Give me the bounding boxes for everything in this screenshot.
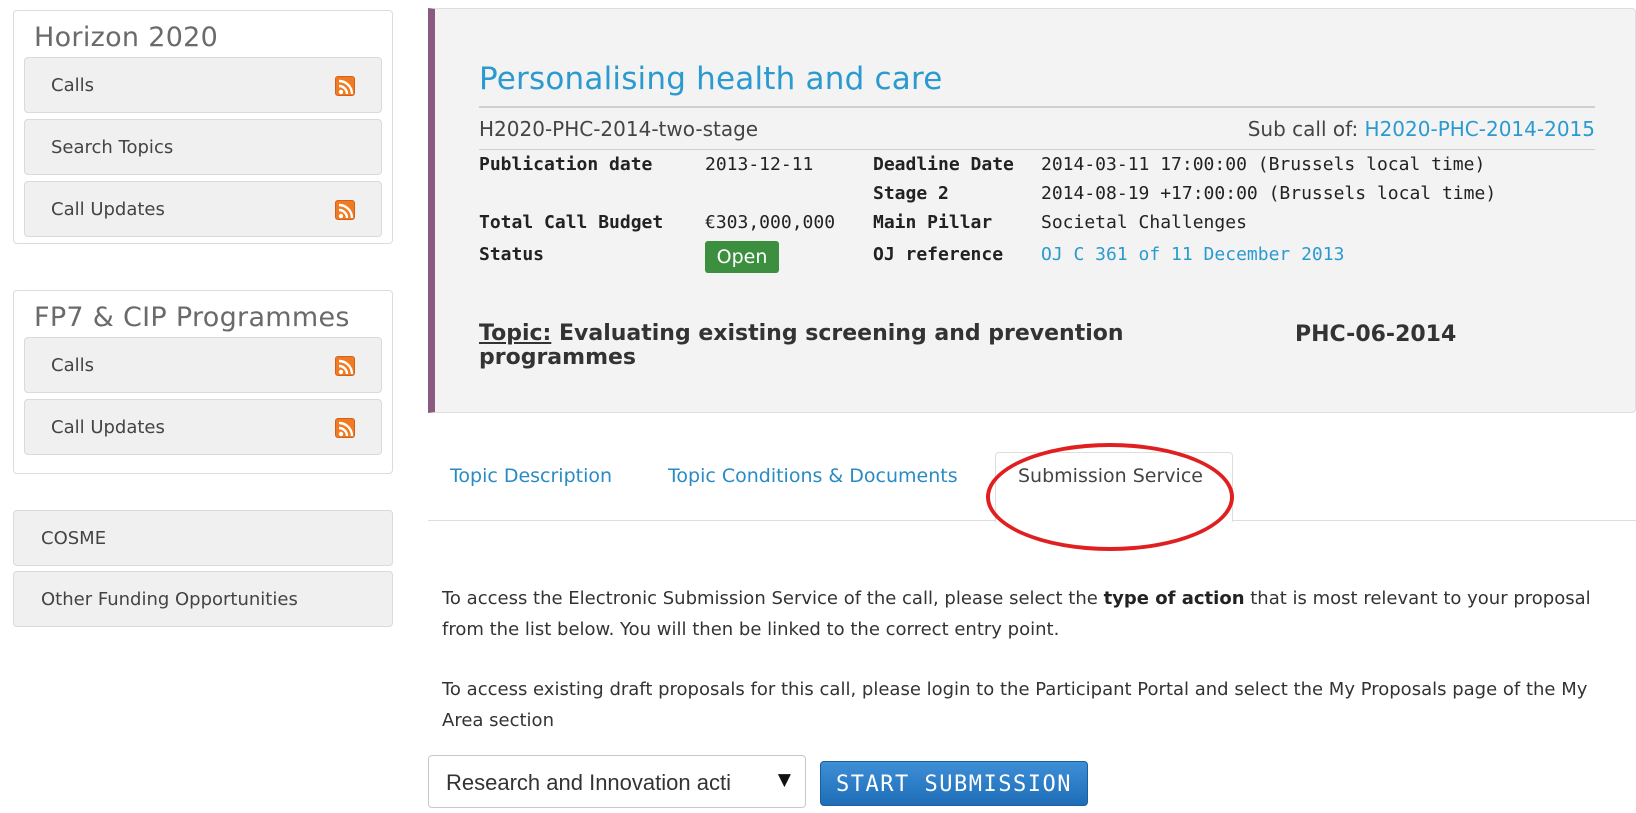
deadline-date-value: 2014-03-11 17:00:00 (Brussels local time… <box>1041 154 1486 175</box>
sidebar-item-fp7-calls[interactable]: Calls <box>24 337 382 393</box>
sidebar-item-cosme[interactable]: COSME <box>13 510 393 566</box>
instructions-text: To access the Electronic Submission Serv… <box>442 588 1104 609</box>
sidebar-item-label: Other Funding Opportunities <box>41 589 298 610</box>
tab-topic-description[interactable]: Topic Description <box>450 465 612 487</box>
tab-topic-conditions-documents[interactable]: Topic Conditions & Documents <box>668 465 958 487</box>
sidebar-item-label: COSME <box>41 528 107 549</box>
subcall-prefix: Sub call of: <box>1247 117 1365 141</box>
topic-title: Topic: Evaluating existing screening and… <box>479 322 1179 370</box>
sidebar-item-h2020-calls[interactable]: Calls <box>24 57 382 113</box>
divider <box>479 149 1595 150</box>
total-budget-label: Total Call Budget <box>479 212 664 233</box>
main-pillar-label: Main Pillar <box>873 212 993 233</box>
chevron-down-icon: ▼ <box>777 770 791 790</box>
publication-date-value: 2013-12-11 <box>705 154 814 175</box>
main-pillar-value: Societal Challenges <box>1041 212 1247 233</box>
rss-icon[interactable] <box>335 76 355 96</box>
oj-reference-link[interactable]: OJ C 361 of 11 December 2013 <box>1041 244 1344 265</box>
call-title: Personalising health and care <box>479 61 943 97</box>
subcall-reference: Sub call of: H2020-PHC-2014-2015 <box>1248 117 1595 141</box>
sidebar-item-fp7-call-updates[interactable]: Call Updates <box>24 399 382 455</box>
total-budget-value: €303,000,000 <box>705 212 836 233</box>
topic-name: Evaluating existing screening and preven… <box>479 321 1124 370</box>
topic-code: PHC-06-2014 <box>1295 322 1457 347</box>
start-submission-button[interactable]: START SUBMISSION <box>820 761 1088 806</box>
sidebar-item-label: Call Updates <box>51 417 165 438</box>
call-header-card: Personalising health and care H2020-PHC-… <box>428 8 1636 413</box>
sidebar-item-label: Call Updates <box>51 199 165 220</box>
stage-2-label: Stage 2 <box>873 183 949 204</box>
select-value: Research and Innovation acti <box>446 770 731 795</box>
publication-date-label: Publication date <box>479 154 653 175</box>
sidebar-item-label: Search Topics <box>51 137 174 158</box>
rss-icon[interactable] <box>335 356 355 376</box>
topic-label: Topic: <box>479 321 552 346</box>
highlight-circle-annotation <box>986 443 1234 551</box>
stage-2-value: 2014-08-19 +17:00:00 (Brussels local tim… <box>1041 183 1497 204</box>
submission-instructions: To access the Electronic Submission Serv… <box>442 583 1622 645</box>
status-label: Status <box>479 244 545 265</box>
call-identifier: H2020-PHC-2014-two-stage <box>479 117 759 141</box>
subcall-link[interactable]: H2020-PHC-2014-2015 <box>1365 117 1595 141</box>
fp7-cip-title: FP7 & CIP Programmes <box>34 302 350 333</box>
draft-proposals-note: To access existing draft proposals for t… <box>442 679 1588 731</box>
oj-reference-label: OJ reference <box>873 244 1004 265</box>
rss-icon[interactable] <box>335 200 355 220</box>
type-of-action-select[interactable]: Research and Innovation acti ▼ <box>428 755 806 808</box>
divider <box>479 106 1595 108</box>
deadline-date-label: Deadline Date <box>873 154 1014 175</box>
status-badge: Open <box>705 241 779 273</box>
sidebar-item-search-topics[interactable]: Search Topics <box>24 119 382 175</box>
sidebar-item-h2020-call-updates[interactable]: Call Updates <box>24 181 382 237</box>
fp7-cip-panel: FP7 & CIP Programmes Calls Call Updates <box>13 290 393 474</box>
rss-icon[interactable] <box>335 418 355 438</box>
sidebar-item-label: Calls <box>51 355 94 376</box>
instructions-emphasis: type of action <box>1103 588 1245 609</box>
horizon-2020-panel: Horizon 2020 Calls Search Topics Call Up… <box>13 10 393 244</box>
sidebar-item-other-funding[interactable]: Other Funding Opportunities <box>13 571 393 627</box>
sidebar-item-label: Calls <box>51 75 94 96</box>
horizon-2020-title: Horizon 2020 <box>34 22 219 53</box>
